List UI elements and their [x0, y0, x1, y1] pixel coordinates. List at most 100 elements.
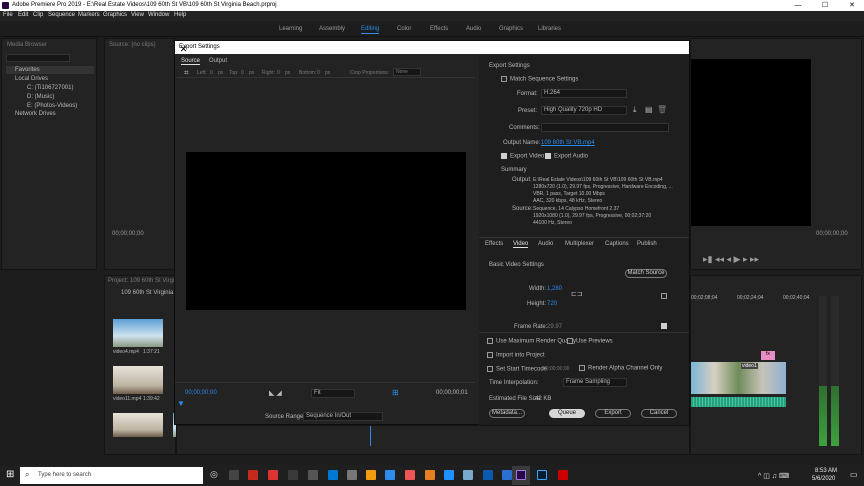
notifications-icon[interactable]: ▭: [850, 470, 858, 479]
windows-start-icon[interactable]: ⊞: [6, 469, 14, 480]
dialog-close-button[interactable]: ✕: [179, 44, 188, 54]
menu-graphics[interactable]: Graphics: [103, 12, 127, 18]
tab-output[interactable]: Output: [209, 58, 227, 64]
workspace-color[interactable]: Color: [397, 26, 411, 32]
tree-item-local-drives[interactable]: Local Drives: [15, 76, 48, 82]
width-override-checkbox[interactable]: [661, 293, 670, 300]
taskbar-app-icon[interactable]: [288, 470, 298, 480]
taskbar-app-icon[interactable]: [483, 470, 493, 480]
match-sequence-checkbox[interactable]: Match Sequence Settings: [501, 76, 578, 83]
import-preset-icon[interactable]: ▤: [645, 105, 653, 114]
frame-rate-checkbox[interactable]: [661, 323, 670, 330]
media-browser-search[interactable]: [6, 54, 70, 62]
menu-window[interactable]: Window: [148, 12, 169, 18]
workspace-learning[interactable]: Learning: [279, 26, 302, 32]
import-into-project-checkbox[interactable]: Import into Project: [487, 352, 545, 359]
workspace-assembly[interactable]: Assembly: [319, 26, 345, 32]
taskbar-app-icon[interactable]: [308, 470, 318, 480]
tab-multiplexer[interactable]: Multiplexer: [565, 241, 594, 247]
preview-scrub-track[interactable]: [175, 382, 475, 383]
clip-thumbnail[interactable]: [113, 413, 163, 437]
taskbar-app-icon[interactable]: [463, 470, 473, 480]
mark-in-out-icons[interactable]: ◣ ◢: [269, 389, 282, 397]
link-dimensions-icon[interactable]: ⊏⊐: [571, 290, 583, 298]
taskbar-app-icon[interactable]: [347, 470, 357, 480]
taskbar-app-icon[interactable]: [328, 470, 338, 480]
delete-preset-icon[interactable]: 🗑: [657, 105, 667, 114]
crop-top-value[interactable]: 0: [241, 70, 244, 76]
export-video-checkbox[interactable]: Export Video: [501, 153, 544, 160]
source-range-select[interactable]: Sequence In/Out: [303, 412, 383, 421]
height-value[interactable]: 720: [547, 301, 557, 307]
crop-proportions-select[interactable]: None: [393, 68, 421, 76]
export-audio-checkbox[interactable]: Export Audio: [545, 153, 588, 160]
maximize-button[interactable]: ☐: [815, 0, 835, 11]
width-value[interactable]: 1,280: [547, 286, 562, 292]
tree-item-favorites[interactable]: Favorites: [15, 67, 40, 73]
menu-edit[interactable]: Edit: [18, 12, 28, 18]
tree-item-drive-e[interactable]: E: (Photos-Videos): [27, 103, 77, 109]
transport-controls[interactable]: ▸▮ ◂◂ ◂ ▶ ▸ ▸▸: [703, 254, 759, 265]
crop-left-value[interactable]: 0: [210, 70, 213, 76]
comments-input[interactable]: [541, 123, 669, 132]
crop-right-value[interactable]: 0: [277, 70, 280, 76]
workspace-graphics[interactable]: Graphics: [499, 26, 523, 32]
menu-file[interactable]: File: [3, 12, 13, 18]
cancel-button[interactable]: Cancel: [641, 409, 677, 418]
taskbar-search-box[interactable]: ⌕ Type here to search: [20, 467, 203, 484]
tab-effects[interactable]: Effects: [485, 241, 503, 247]
taskbar-app-icon[interactable]: [405, 470, 415, 480]
format-select[interactable]: H.264: [541, 89, 627, 98]
tab-video[interactable]: Video: [513, 241, 529, 248]
taskbar-app-icon[interactable]: [444, 470, 454, 480]
tab-publish[interactable]: Publish: [637, 241, 657, 247]
tab-source[interactable]: Source: [181, 58, 201, 65]
clock-date[interactable]: 5/6/2020: [812, 476, 835, 482]
menu-view[interactable]: View: [131, 12, 144, 18]
queue-button[interactable]: Queue: [549, 409, 585, 418]
preset-select[interactable]: High Quality 720p HD: [541, 106, 627, 115]
workspace-editing[interactable]: Editing: [361, 26, 380, 34]
taskbar-app-icon[interactable]: [558, 470, 568, 480]
task-view-icon[interactable]: ◎: [210, 469, 218, 480]
preview-timecode-current[interactable]: 00;00;00;00: [185, 390, 217, 396]
playhead-marker[interactable]: ▼: [177, 399, 185, 408]
tray-icons[interactable]: ^ ◫ ♫ ⌨: [758, 472, 789, 480]
source-monitor-tab[interactable]: Source: (no clips): [109, 42, 156, 48]
tree-item-drive-d[interactable]: D: (Music): [27, 94, 54, 100]
photoshop-taskbar-icon[interactable]: [537, 470, 547, 480]
close-window-button[interactable]: ✕: [842, 0, 862, 11]
taskbar-app-icon[interactable]: [366, 470, 376, 480]
taskbar-app-icon[interactable]: [229, 470, 239, 480]
tree-item-network-drives[interactable]: Network Drives: [15, 111, 56, 117]
clip-thumbnail[interactable]: [113, 366, 163, 394]
timeline-audio-clip[interactable]: [691, 397, 786, 407]
taskbar-app-icon[interactable]: [248, 470, 258, 480]
render-alpha-checkbox[interactable]: Render Alpha Channel Only: [579, 365, 662, 372]
max-render-quality-checkbox[interactable]: Use Maximum Render Quality: [487, 338, 576, 345]
taskbar-app-icon[interactable]: [385, 470, 395, 480]
timeline-graphic-clip[interactable]: fx: [761, 351, 775, 360]
tab-audio[interactable]: Audio: [538, 241, 553, 247]
output-name-link[interactable]: 109 60th St VB.mp4: [541, 140, 595, 146]
menu-sequence[interactable]: Sequence: [48, 12, 75, 18]
save-preset-icon[interactable]: ⤓: [633, 105, 637, 115]
aspect-correction-icon[interactable]: ⊞: [392, 388, 399, 397]
metadata-button[interactable]: Metadata...: [489, 409, 525, 418]
set-start-timecode-checkbox[interactable]: Set Start Timecode: [487, 366, 547, 373]
menu-clip[interactable]: Clip: [33, 12, 43, 18]
workspace-audio[interactable]: Audio: [466, 26, 481, 32]
taskbar-app-icon[interactable]: [268, 470, 278, 480]
clock-time[interactable]: 8:53 AM: [815, 468, 837, 474]
tab-captions[interactable]: Captions: [605, 241, 629, 247]
fit-select[interactable]: Fit: [311, 389, 355, 398]
start-timecode-value[interactable]: 00;00;00;00: [543, 366, 569, 372]
premiere-taskbar-icon[interactable]: [516, 470, 526, 480]
taskbar-app-icon[interactable]: [425, 470, 435, 480]
crop-bottom-value[interactable]: 0: [317, 70, 320, 76]
tree-item-drive-c[interactable]: C: (Ti106727001): [27, 85, 73, 91]
menu-help[interactable]: Help: [174, 12, 186, 18]
media-browser-tab[interactable]: Media Browser: [7, 42, 47, 48]
taskbar-app-icon[interactable]: [502, 470, 512, 480]
workspace-effects[interactable]: Effects: [430, 26, 448, 32]
